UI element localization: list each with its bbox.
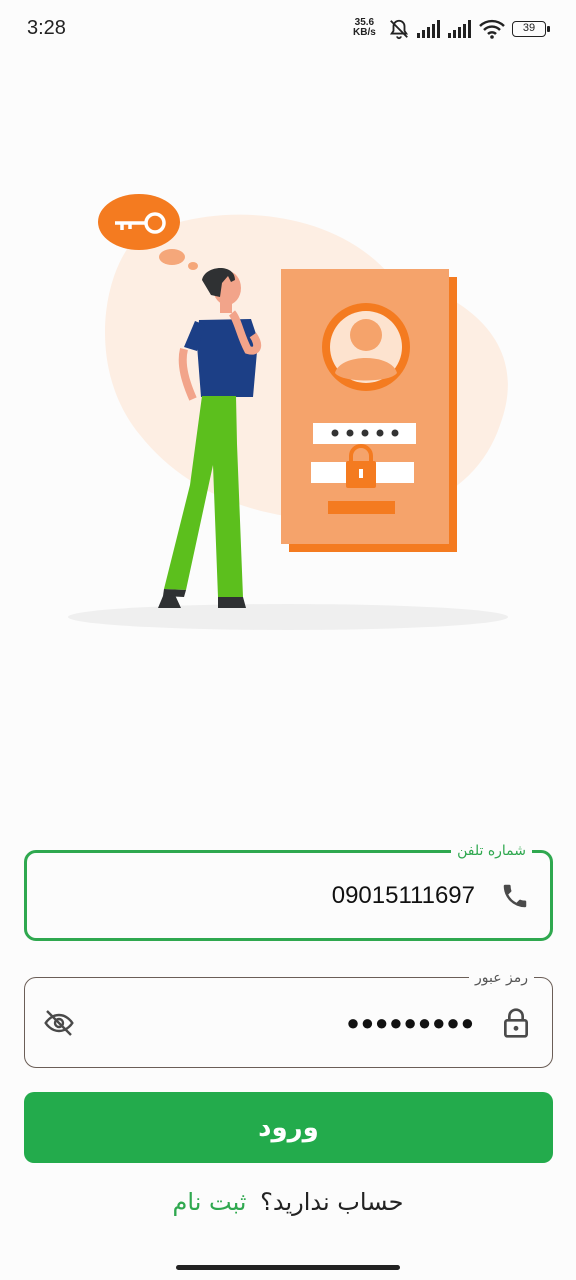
phone-field-value[interactable]: 09015111697 <box>332 853 475 938</box>
signal-icon <box>417 20 440 38</box>
login-button[interactable]: ورود <box>24 1092 553 1163</box>
network-speed-unit: KB/s <box>353 27 376 38</box>
phone-field[interactable]: شماره تلفن 09015111697 <box>24 840 553 941</box>
bell-off-icon <box>389 19 409 40</box>
signal-icon <box>448 20 471 38</box>
login-illustration <box>68 194 508 630</box>
signup-prompt: حساب ندارید؟ ثبت نام <box>0 1188 576 1216</box>
status-icons: 39 <box>388 17 550 41</box>
wifi-icon <box>479 19 505 39</box>
battery-icon: 39 <box>512 21 550 37</box>
network-speed: 35.6 KB/s <box>353 18 376 38</box>
thought-dot-small <box>188 262 198 270</box>
ground-shadow <box>68 604 508 630</box>
card-button-bar <box>328 501 395 514</box>
signup-question: حساب ندارید؟ <box>260 1188 404 1216</box>
thought-dot <box>159 249 185 265</box>
password-field-label: رمز عبور <box>468 967 534 989</box>
password-field-value[interactable]: ●●●●●●●●● <box>346 978 475 1067</box>
lock-icon <box>504 1007 528 1038</box>
avatar-head <box>350 319 382 351</box>
navigation-handle[interactable] <box>176 1265 400 1270</box>
phone-icon <box>503 884 527 907</box>
status-time: 3:28 <box>27 17 66 39</box>
eye-off-icon[interactable] <box>43 1007 75 1039</box>
status-bar: 3:28 35.6 KB/s 39 <box>0 0 576 58</box>
signup-link[interactable]: ثبت نام <box>173 1188 247 1216</box>
battery-level: 39 <box>522 22 536 34</box>
password-field[interactable]: رمز عبور ●●●●●●●●● <box>24 967 553 1068</box>
